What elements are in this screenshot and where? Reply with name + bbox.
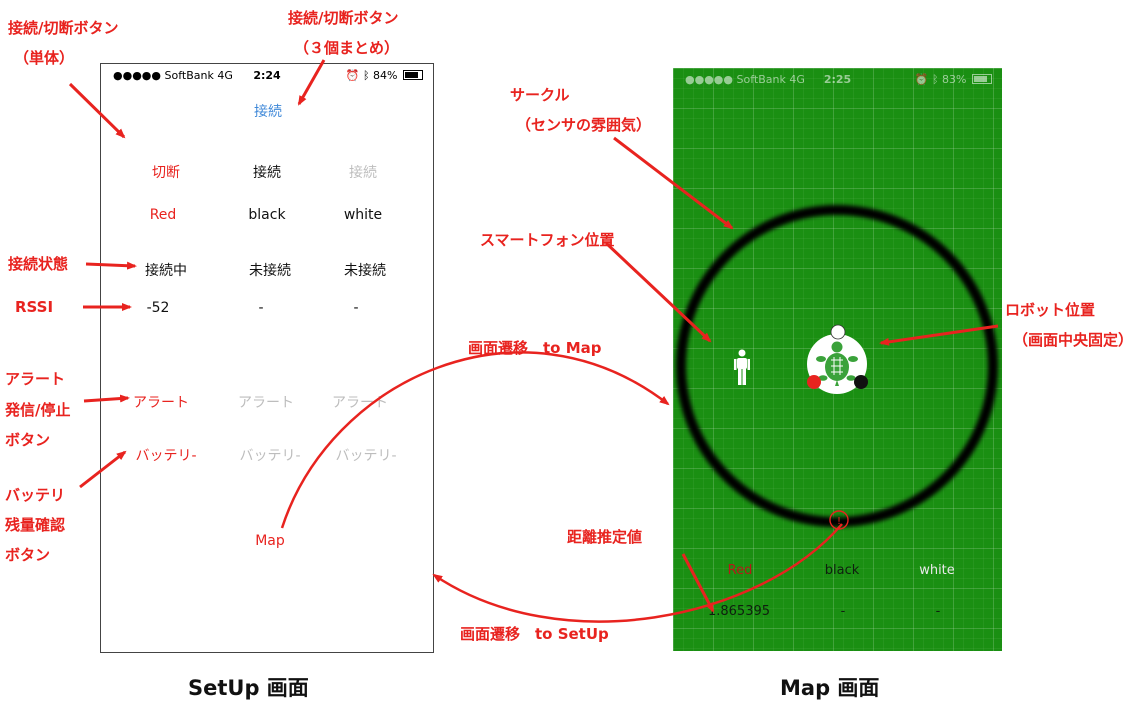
robot-node-black (854, 375, 868, 389)
connection-state-black: 未接続 (249, 263, 291, 279)
alarm-icon: ⏰ (345, 69, 360, 82)
anno-robot-position-2: （画面中央固定） (1013, 331, 1134, 349)
anno-circle-1: サークル (510, 86, 570, 104)
anno-to-map: 画面遷移 to Map (468, 339, 602, 357)
map-screen: ●●●●● SoftBank 4G 2:25 ⏰ ᛒ 83% ! Red bla… (673, 68, 1002, 651)
map-device-name-black: black (824, 563, 860, 578)
battery-percent: 84% (373, 69, 398, 82)
anno-to-setup: 画面遷移 to SetUp (460, 625, 609, 643)
robot-node-red (807, 375, 821, 389)
robot-node-white (830, 324, 846, 340)
alert-button-white[interactable]: アラート (310, 392, 410, 412)
device-name-red: Red (149, 207, 177, 223)
rssi-white: - (353, 300, 359, 316)
anno-alert-3: ボタン (5, 431, 51, 449)
anno-battery-2: 残量確認 (5, 516, 66, 534)
bluetooth-icon: ᛒ (362, 69, 370, 82)
connection-state-white: 未接続 (344, 263, 386, 279)
anno-phone-position: スマートフォン位置 (480, 231, 615, 249)
anno-circle-2: （センサの雰囲気） (516, 116, 652, 134)
map-button[interactable]: Map (220, 533, 320, 549)
connect-all-button[interactable]: 接続 (218, 101, 318, 121)
anno-connect-single-sub: （単体） (14, 49, 75, 67)
map-device-name-white: white (919, 563, 955, 578)
caption-map: Map 画面 (780, 676, 880, 700)
anno-connect-group-sub: （３個まとめ） (294, 39, 400, 57)
map-distance-black: - (840, 604, 846, 619)
map-distance-red: 1.865395 (707, 604, 771, 619)
caption-setup: SetUp 画面 (188, 676, 309, 700)
rssi-red: -52 (146, 300, 170, 316)
battery-button-red[interactable]: バッテリ- (116, 445, 216, 465)
anno-battery-1: バッテリ (5, 486, 66, 504)
anno-battery-3: ボタン (5, 546, 51, 564)
anno-distance: 距離推定値 (567, 528, 643, 546)
battery-button-white[interactable]: バッテリ- (316, 445, 416, 465)
smartphone-person-icon (734, 349, 750, 385)
rssi-black: - (258, 300, 264, 316)
device-name-black: black (248, 207, 286, 223)
anno-connect-group: 接続/切断ボタン (288, 9, 399, 27)
connection-state-red: 接続中 (145, 263, 187, 279)
anno-rssi: RSSI (15, 298, 54, 316)
status-bar: ●●●●● SoftBank 4G 2:24 ⏰ ᛒ 84% (101, 64, 433, 86)
anno-connect-single: 接続/切断ボタン (8, 19, 119, 37)
device-name-white: white (343, 207, 383, 223)
disconnect-button-red[interactable]: 切断 (116, 162, 216, 182)
anno-alert-2: 発信/停止 (5, 401, 71, 419)
alert-button-red[interactable]: アラート (111, 392, 211, 412)
distance-marker-glyph: ! (837, 516, 841, 527)
battery-button-black[interactable]: バッテリ- (220, 445, 320, 465)
anno-connection-state: 接続状態 (8, 255, 69, 273)
connect-button-white[interactable]: 接続 (313, 162, 413, 182)
battery-icon (403, 70, 423, 80)
anno-robot-position-1: ロボット位置 (1005, 301, 1096, 319)
map-distance-white: - (935, 604, 941, 619)
connect-button-black[interactable]: 接続 (217, 162, 317, 182)
map-device-name-red: Red (727, 563, 753, 578)
alert-button-black[interactable]: アラート (216, 392, 316, 412)
setup-screen: ●●●●● SoftBank 4G 2:24 ⏰ ᛒ 84% 接続 切断 接続 … (100, 63, 434, 653)
anno-alert-1: アラート (5, 370, 66, 388)
status-right: ⏰ ᛒ 84% (346, 69, 423, 82)
